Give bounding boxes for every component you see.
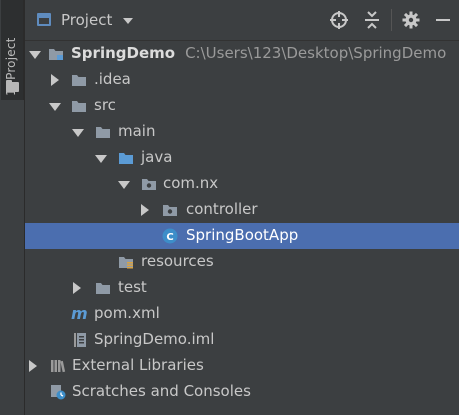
external-libraries-label: External Libraries xyxy=(72,356,204,374)
expand-arrow-icon[interactable] xyxy=(118,181,130,189)
expand-arrow-icon[interactable] xyxy=(72,129,84,137)
idea-label: .idea xyxy=(94,70,131,88)
module-folder-icon xyxy=(48,46,64,62)
java-label: java xyxy=(141,148,173,166)
tree-node-root[interactable]: SpringDemo C:\Users\123\Desktop\SpringDem… xyxy=(25,41,459,67)
tree-node-resources[interactable]: resources xyxy=(25,249,459,275)
expand-arrow-icon[interactable] xyxy=(141,204,149,216)
expand-arrow-icon[interactable] xyxy=(51,74,59,86)
folder-icon xyxy=(71,98,87,114)
package-label: com.nx xyxy=(163,174,219,192)
locate-icon[interactable] xyxy=(329,10,349,30)
package-icon xyxy=(141,176,157,192)
gear-icon[interactable] xyxy=(401,10,421,30)
class-icon: C xyxy=(162,228,178,244)
module-file-icon xyxy=(72,332,88,348)
resources-label: resources xyxy=(141,252,214,270)
expand-arrow-icon[interactable] xyxy=(29,51,41,59)
root-path: C:\Users\123\Desktop\SpringDemo xyxy=(185,44,447,62)
folder-icon xyxy=(95,124,111,140)
tree-node-main[interactable]: main xyxy=(25,119,459,145)
expand-arrow-icon[interactable] xyxy=(95,155,107,163)
test-label: test xyxy=(118,278,147,296)
package-icon xyxy=(162,202,178,218)
controller-label: controller xyxy=(186,200,258,218)
pom-label: pom.xml xyxy=(94,304,160,322)
project-view-icon xyxy=(37,13,51,26)
iml-label: SpringDemo.iml xyxy=(94,330,215,348)
folder-icon xyxy=(71,72,87,88)
tree-node-external-libraries[interactable]: External Libraries xyxy=(25,353,459,379)
root-name: SpringDemo xyxy=(71,44,176,62)
svg-text:m: m xyxy=(71,305,88,321)
scratches-label: Scratches and Consoles xyxy=(72,382,251,400)
view-selector-label[interactable]: Project xyxy=(61,11,112,29)
scratches-icon xyxy=(50,384,66,400)
tree-node-controller[interactable]: controller xyxy=(25,197,459,223)
libraries-icon xyxy=(50,358,66,374)
project-tree: SpringDemo C:\Users\123\Desktop\SpringDem… xyxy=(25,41,459,415)
expand-arrow-icon[interactable] xyxy=(49,103,61,111)
src-label: src xyxy=(94,96,116,114)
toolbar-divider xyxy=(391,9,392,31)
tree-node-pom[interactable]: m pom.xml xyxy=(25,301,459,327)
collapse-all-icon[interactable] xyxy=(362,10,382,30)
svg-text:C: C xyxy=(166,232,173,243)
resources-folder-icon xyxy=(118,254,134,270)
tree-node-springbootapp[interactable]: C SpringBootApp xyxy=(25,223,459,249)
expand-arrow-icon[interactable] xyxy=(73,282,81,294)
project-panel-header: Project xyxy=(25,0,459,41)
tree-node-idea[interactable]: .idea xyxy=(25,67,459,93)
folder-icon xyxy=(6,80,19,92)
tree-node-src[interactable]: src xyxy=(25,93,459,119)
main-label: main xyxy=(118,122,156,140)
minimize-icon[interactable] xyxy=(433,10,453,30)
tree-node-scratches[interactable]: Scratches and Consoles xyxy=(25,379,459,405)
maven-icon: m xyxy=(71,305,88,321)
springbootapp-label: SpringBootApp xyxy=(186,226,299,244)
tree-node-package[interactable]: com.nx xyxy=(25,171,459,197)
source-folder-icon xyxy=(118,150,134,166)
tool-window-stripe: 1: Project xyxy=(0,0,25,415)
expand-arrow-icon[interactable] xyxy=(29,360,37,372)
tree-node-test[interactable]: test xyxy=(25,275,459,301)
tree-node-iml[interactable]: SpringDemo.iml xyxy=(25,327,459,353)
chevron-down-icon[interactable] xyxy=(123,18,133,24)
tree-node-java[interactable]: java xyxy=(25,145,459,171)
folder-icon xyxy=(95,280,111,296)
